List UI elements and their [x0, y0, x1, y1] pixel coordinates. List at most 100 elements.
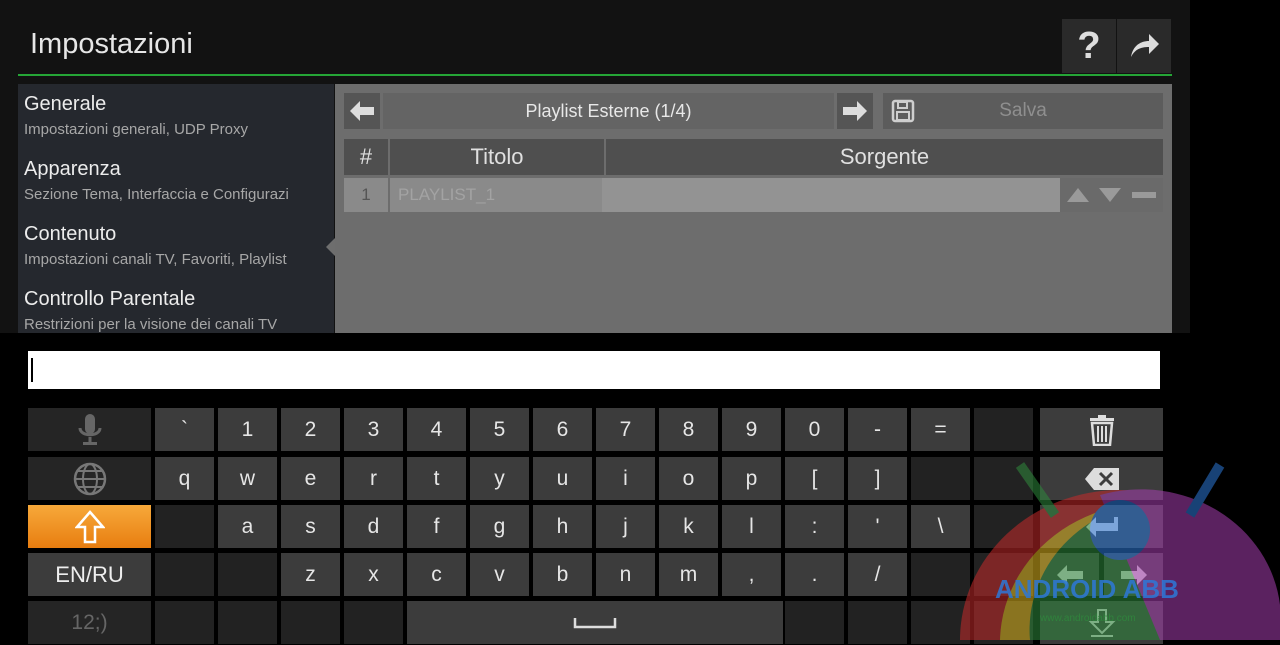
sidebar-item-contenuto[interactable]: Contenuto Impostazioni canali TV, Favori…	[24, 223, 287, 268]
empty-key	[218, 601, 277, 644]
sidebar-item-subtitle: Impostazioni generali, UDP Proxy	[24, 121, 248, 138]
key[interactable]: 6	[533, 408, 592, 451]
key[interactable]: `	[155, 408, 214, 451]
watermark-url: www.androidabb.com	[1039, 613, 1136, 624]
row-controls	[1060, 178, 1163, 212]
key[interactable]: c	[407, 553, 466, 596]
key[interactable]: 0	[785, 408, 844, 451]
floppy-disk-icon	[891, 99, 915, 123]
globe-key[interactable]	[28, 457, 151, 500]
arrow-right-icon	[843, 101, 867, 121]
key[interactable]: 9	[722, 408, 781, 451]
key[interactable]: /	[848, 553, 907, 596]
empty-key	[974, 408, 1033, 451]
page-title: Impostazioni	[30, 28, 193, 60]
numbers-symbols-key[interactable]: 12;)	[28, 601, 151, 644]
shift-arrow-icon	[74, 509, 105, 543]
key[interactable]: q	[155, 457, 214, 500]
key[interactable]: 5	[470, 408, 529, 451]
share-button[interactable]	[1117, 19, 1171, 73]
key[interactable]: g	[470, 505, 529, 548]
save-button[interactable]: Salva	[883, 93, 1163, 129]
save-label: Salva	[999, 100, 1047, 121]
clear-key[interactable]	[1040, 408, 1163, 451]
key[interactable]: '	[848, 505, 907, 548]
move-down-icon[interactable]	[1098, 186, 1122, 204]
watermark-text: ANDROID ABB	[995, 574, 1179, 604]
key[interactable]: b	[533, 553, 592, 596]
key[interactable]: u	[533, 457, 592, 500]
key[interactable]: v	[470, 553, 529, 596]
next-page-button[interactable]	[837, 93, 873, 129]
move-up-icon[interactable]	[1066, 186, 1090, 204]
key[interactable]: j	[596, 505, 655, 548]
shift-key[interactable]	[28, 505, 151, 548]
key[interactable]: d	[344, 505, 403, 548]
sidebar-item-title: Generale	[24, 93, 107, 115]
key[interactable]: :	[785, 505, 844, 548]
key[interactable]: h	[533, 505, 592, 548]
key[interactable]: 3	[344, 408, 403, 451]
key[interactable]: 4	[407, 408, 466, 451]
sidebar-item-title: Apparenza	[24, 158, 121, 180]
empty-key	[848, 601, 907, 644]
key[interactable]: n	[596, 553, 655, 596]
voice-input-key[interactable]	[28, 408, 151, 451]
key[interactable]: l	[722, 505, 781, 548]
key[interactable]: z	[281, 553, 340, 596]
prev-page-button[interactable]	[344, 93, 380, 129]
sidebar-item-subtitle: Restrizioni per la visione dei canali TV	[24, 316, 278, 333]
key[interactable]: =	[911, 408, 970, 451]
table-row[interactable]: 1 PLAYLIST_1	[344, 178, 1163, 212]
row-number: 1	[344, 178, 388, 212]
key[interactable]: 7	[596, 408, 655, 451]
trash-icon	[1089, 414, 1114, 446]
column-header-number[interactable]: #	[344, 139, 388, 175]
globe-icon	[73, 462, 106, 495]
key[interactable]: ,	[722, 553, 781, 596]
playlist-page-title: Playlist Esterne (1/4)	[383, 93, 834, 129]
empty-key	[281, 601, 340, 644]
space-key[interactable]	[407, 601, 783, 644]
key[interactable]: p	[722, 457, 781, 500]
sidebar-item-title: Contenuto	[24, 223, 117, 245]
sidebar-item-apparenza[interactable]: Apparenza Sezione Tema, Interfaccia e Co…	[24, 158, 289, 203]
question-icon: ?	[1077, 24, 1101, 67]
sidebar-item-controllo-parentale[interactable]: Controllo Parentale Restrizioni per la v…	[24, 288, 277, 333]
key[interactable]: f	[407, 505, 466, 548]
playlist-panel: Playlist Esterne (1/4) Salva # Titolo So…	[335, 84, 1172, 333]
key[interactable]: e	[281, 457, 340, 500]
keyboard-text-input[interactable]	[28, 351, 1160, 389]
key[interactable]: k	[659, 505, 718, 548]
key[interactable]: -	[848, 408, 907, 451]
key[interactable]: s	[281, 505, 340, 548]
empty-key	[344, 601, 403, 644]
column-header-title[interactable]: Titolo	[390, 139, 604, 175]
settings-sidebar: Generale Impostazioni generali, UDP Prox…	[18, 84, 334, 333]
empty-key	[155, 505, 214, 548]
key[interactable]: y	[470, 457, 529, 500]
key[interactable]: .	[785, 553, 844, 596]
key[interactable]: [	[785, 457, 844, 500]
key[interactable]: r	[344, 457, 403, 500]
key[interactable]: a	[218, 505, 277, 548]
key[interactable]: 8	[659, 408, 718, 451]
key[interactable]: t	[407, 457, 466, 500]
sidebar-item-generale[interactable]: Generale Impostazioni generali, UDP Prox…	[24, 93, 248, 138]
key[interactable]: o	[659, 457, 718, 500]
remove-icon[interactable]	[1132, 191, 1156, 199]
key[interactable]: i	[596, 457, 655, 500]
language-switch-key[interactable]: EN/RU	[28, 553, 151, 596]
column-header-source[interactable]: Sorgente	[606, 139, 1163, 175]
key[interactable]: ]	[848, 457, 907, 500]
key[interactable]: 1	[218, 408, 277, 451]
row-source-field[interactable]	[602, 178, 1060, 212]
watermark-logo: ANDROID ABB www.androidabb.com	[960, 462, 1280, 640]
empty-key	[218, 553, 277, 596]
key[interactable]: x	[344, 553, 403, 596]
key[interactable]: 2	[281, 408, 340, 451]
row-title-field[interactable]: PLAYLIST_1	[390, 178, 602, 212]
key[interactable]: m	[659, 553, 718, 596]
help-button[interactable]: ?	[1062, 19, 1116, 73]
key[interactable]: w	[218, 457, 277, 500]
